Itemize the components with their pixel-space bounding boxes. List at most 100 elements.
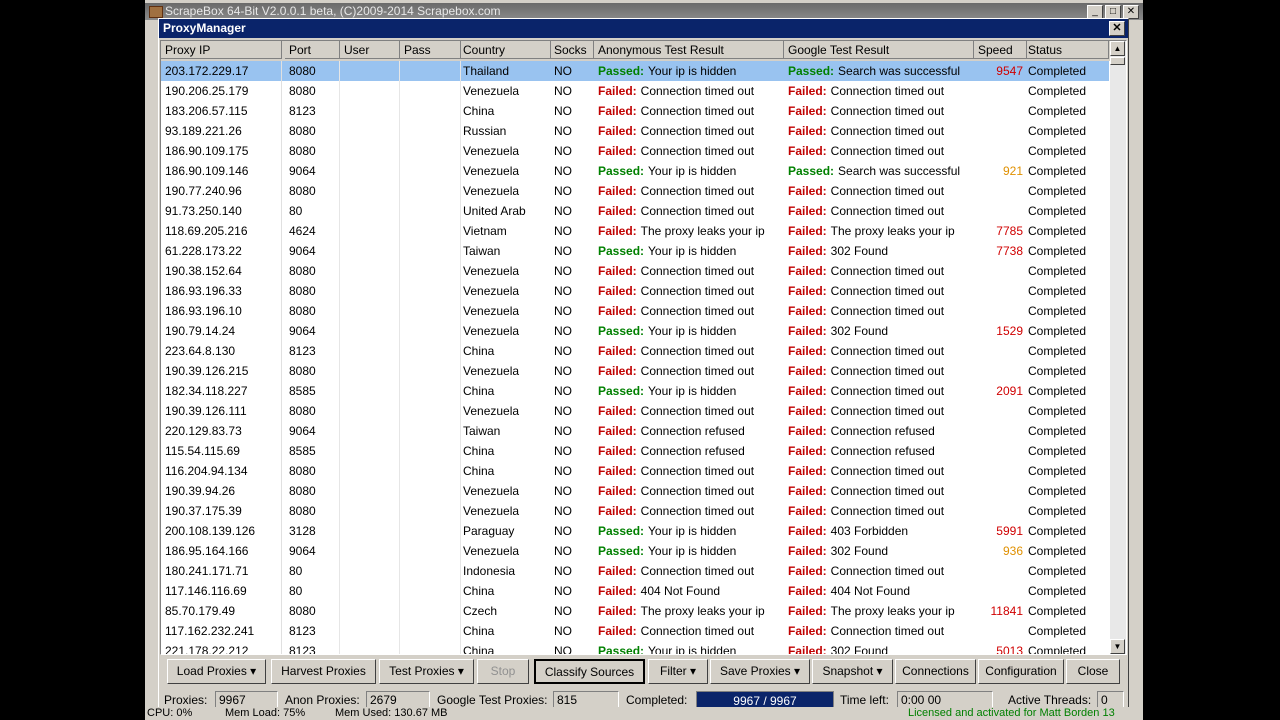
table-row[interactable]: 186.90.109.146 9064 Venezuela NO Completed Pa…: [161, 161, 1109, 181]
cell-country: Venezuela: [463, 304, 520, 318]
table-row[interactable]: 223.64.8.130 8123 China NO Completed Failed: C…: [161, 341, 1109, 361]
proxy-manager-title-bar[interactable]: ProxyManager ✕: [159, 19, 1128, 38]
scroll-thumb[interactable]: [1110, 57, 1125, 65]
table-row[interactable]: 180.241.171.71 80 Indonesia NO Completed Fail…: [161, 561, 1109, 581]
column-header-anon[interactable]: Anonymous Test Result: [594, 41, 784, 59]
table-row[interactable]: 190.206.25.179 8080 Venezuela NO Completed Fa…: [161, 81, 1109, 101]
table-row[interactable]: 118.69.205.216 4624 Vietnam NO Completed Fail…: [161, 221, 1109, 241]
column-header-google[interactable]: Google Test Result: [784, 41, 974, 59]
cell-port: 9064: [285, 541, 340, 561]
proxy-manager-title: ProxyManager: [163, 21, 246, 35]
column-header-port[interactable]: Port: [285, 41, 340, 59]
cell-port: 9064: [285, 421, 340, 441]
google-result-text: Connection refused: [830, 424, 935, 438]
cell-socks: NO: [554, 484, 572, 498]
save-proxies-button[interactable]: Save Proxies ▾: [710, 659, 810, 684]
table-row[interactable]: 186.90.109.175 8080 Venezuela NO Completed Fa…: [161, 141, 1109, 161]
google-result-status: Failed:: [788, 564, 827, 578]
cell-google-result: Failed: Connection timed out: [784, 101, 974, 121]
google-result-text: Connection timed out: [830, 364, 945, 378]
configuration-button[interactable]: Configuration: [978, 659, 1064, 684]
table-row[interactable]: 117.162.232.241 8123 China NO Completed Faile…: [161, 621, 1109, 641]
anon-result-status: Failed:: [598, 464, 637, 478]
connections-button[interactable]: Connections: [895, 659, 976, 684]
cell-country: China: [463, 104, 495, 118]
table-row[interactable]: 186.93.196.33 8080 Venezuela NO Completed Fai…: [161, 281, 1109, 301]
minimize-icon[interactable]: _: [1087, 5, 1103, 19]
table-row[interactable]: 190.39.126.111 8080 Venezuela NO Completed Fa…: [161, 401, 1109, 421]
google-result-status: Failed:: [788, 284, 827, 298]
google-result-status: Failed:: [788, 364, 827, 378]
cell-status: Completed: [1028, 384, 1087, 398]
table-row[interactable]: 116.204.94.134 8080 China NO Completed Failed…: [161, 461, 1109, 481]
load-proxies-button[interactable]: Load Proxies ▾: [167, 659, 266, 684]
snapshot-button[interactable]: Snapshot ▾: [812, 659, 893, 684]
table-row[interactable]: 115.54.115.69 8585 China NO Completed Failed:…: [161, 441, 1109, 461]
column-header-pass[interactable]: Pass: [400, 41, 461, 59]
proxy-grid[interactable]: Proxy IP Port User Pass Country Socks Anonymou…: [160, 40, 1127, 655]
table-row[interactable]: 61.228.173.22 9064 Taiwan NO Completed Passed…: [161, 241, 1109, 261]
cell-anon-result: Passed: Your ip is hidden: [594, 61, 784, 81]
anon-result-text: 404 Not Found: [640, 584, 721, 598]
scroll-down-icon[interactable]: ▼: [1110, 639, 1125, 654]
table-row[interactable]: 190.37.175.39 8080 Venezuela NO Completed Fai…: [161, 501, 1109, 521]
harvest-proxies-button[interactable]: Harvest Proxies: [271, 659, 376, 684]
classify-sources-button[interactable]: Classify Sources: [534, 659, 645, 684]
cell-user: [340, 461, 400, 481]
cell-ip: 190.39.126.111: [161, 401, 282, 421]
cell-speed: [974, 501, 1027, 521]
column-header-socks[interactable]: Socks: [550, 41, 594, 59]
table-row[interactable]: 183.206.57.115 8123 China NO Completed Failed…: [161, 101, 1109, 121]
table-row[interactable]: 93.189.221.26 8080 Russian NO Completed Faile…: [161, 121, 1109, 141]
table-row[interactable]: 190.38.152.64 8080 Venezuela NO Completed Fai…: [161, 261, 1109, 281]
column-header-ip[interactable]: Proxy IP: [161, 41, 282, 59]
column-header-user[interactable]: User: [340, 41, 400, 59]
cell-country: China: [463, 444, 495, 458]
google-result-status: Failed:: [788, 424, 827, 438]
cell-port: 8080: [285, 181, 340, 201]
close-icon[interactable]: ✕: [1123, 5, 1139, 19]
google-result-status: Failed:: [788, 584, 827, 598]
cell-anon-result: Passed: Your ip is hidden: [594, 521, 784, 541]
cell-google-result: Failed: Connection timed out: [784, 281, 974, 301]
table-row[interactable]: 186.95.164.166 9064 Venezuela NO Completed Pa…: [161, 541, 1109, 561]
filter-button[interactable]: Filter ▾: [648, 659, 708, 684]
scroll-up-icon[interactable]: ▲: [1110, 41, 1125, 56]
proxy-manager-close-icon[interactable]: ✕: [1109, 21, 1125, 36]
maximize-icon[interactable]: □: [1105, 5, 1121, 19]
table-row[interactable]: 190.39.94.26 8080 Venezuela NO Completed Fail…: [161, 481, 1109, 501]
table-row[interactable]: 186.93.196.10 8080 Venezuela NO Completed Fai…: [161, 301, 1109, 321]
cell-socks: NO: [554, 204, 572, 218]
anon-result-text: Connection timed out: [640, 144, 755, 158]
table-row[interactable]: 117.146.116.69 80 China NO Completed Failed: 4…: [161, 581, 1109, 601]
cell-speed: [974, 621, 1027, 641]
cell-port: 8123: [285, 621, 340, 641]
column-header-status[interactable]: Status: [1024, 41, 1109, 59]
table-row[interactable]: 85.70.179.49 8080 Czech NO Completed Failed: T…: [161, 601, 1109, 621]
footer-bar: CPU: 0% Mem Load: 75% Mem Used: 130.67 M…: [145, 707, 1143, 720]
memory-used: Mem Used: 130.67 MB: [335, 707, 448, 719]
google-result-text: Connection refused: [830, 444, 935, 458]
table-row[interactable]: 221.178.22.212 8123 China NO Completed Passed…: [161, 641, 1109, 655]
memory-load: Mem Load: 75%: [225, 707, 306, 719]
table-row[interactable]: 220.129.83.73 9064 Taiwan NO Completed Failed…: [161, 421, 1109, 441]
table-row[interactable]: 182.34.118.227 8585 China NO Completed Passed…: [161, 381, 1109, 401]
vertical-scrollbar[interactable]: ▲ ▼: [1110, 41, 1126, 654]
test-proxies-button[interactable]: Test Proxies ▾: [379, 659, 474, 684]
anon-result-status: Passed:: [598, 244, 645, 258]
cell-country: China: [463, 644, 495, 655]
cell-anon-result: Failed: Connection refused: [594, 421, 784, 441]
column-header-speed[interactable]: Speed: [974, 41, 1027, 59]
google-result-status: Failed:: [788, 224, 827, 238]
cell-pass: [400, 641, 461, 654]
table-row[interactable]: 190.79.14.24 9064 Venezuela NO Completed Pass…: [161, 321, 1109, 341]
column-header-country[interactable]: Country: [459, 41, 551, 59]
table-row[interactable]: 91.73.250.140 80 United Arab NO Completed Fai…: [161, 201, 1109, 221]
table-row[interactable]: 200.108.139.126 3128 Paraguay NO Completed Pa…: [161, 521, 1109, 541]
cell-status: Completed: [1028, 604, 1087, 618]
table-row[interactable]: 203.172.229.17 8080 Thailand NO Completed Pas…: [161, 61, 1109, 81]
cell-socks: NO: [554, 224, 572, 238]
table-row[interactable]: 190.39.126.215 8080 Venezuela NO Completed Fa…: [161, 361, 1109, 381]
close-button[interactable]: Close: [1066, 659, 1120, 684]
table-row[interactable]: 190.77.240.96 8080 Venezuela NO Completed Fai…: [161, 181, 1109, 201]
